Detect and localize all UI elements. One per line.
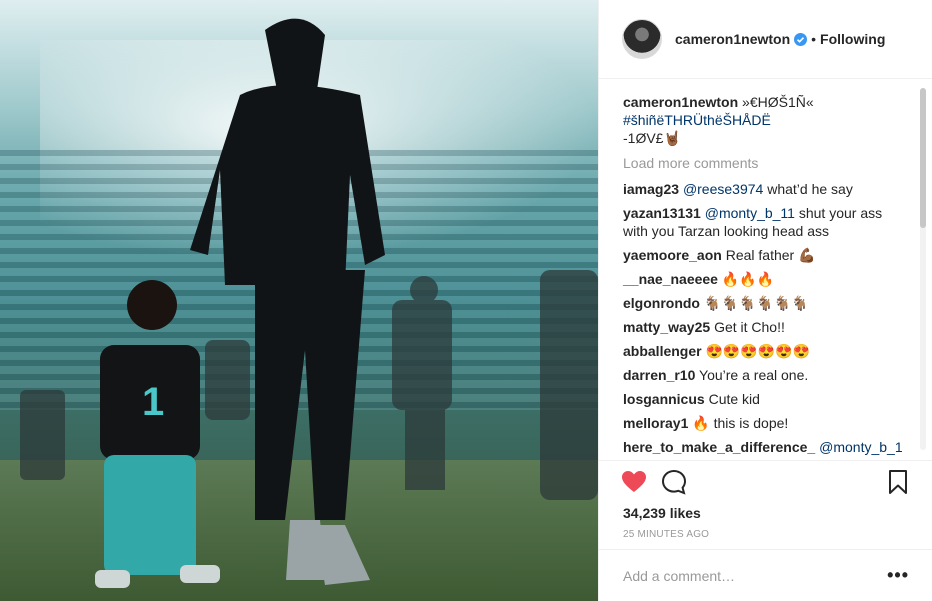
scrollbar-thumb[interactable] [920,88,926,228]
comment-username[interactable]: darren_r10 [623,367,695,383]
comment-icon[interactable] [661,469,687,495]
comment-text: 🐐🐐🐐🐐🐐🐐 [703,295,809,311]
profile-avatar[interactable] [622,19,662,59]
comment-text: what’d he say [763,181,853,197]
comment: yaemoore_aon Real father 💪🏾 [623,246,909,264]
comments-list: cameron1newton »€HØŠ1Ñ« #šhiñëTHRÜthëŠHÅ… [599,80,932,460]
comment-username[interactable]: melloray1 [623,415,688,431]
post-timestamp[interactable]: 25 MINUTES AGO [623,529,709,540]
comment-username[interactable]: __nae_naeeee [623,271,718,287]
caption-line-1: cameron1newton »€HØŠ1Ñ« [623,93,909,111]
post-actions: 34,239 likes 25 MINUTES AGO [599,460,932,550]
header-username[interactable]: cameron1newton [675,31,790,47]
load-more-comments-button[interactable]: Load more comments [623,154,909,172]
bookmark-icon[interactable] [885,469,911,495]
comment-username[interactable]: matty_way25 [623,319,710,335]
more-options-icon[interactable]: ••• [887,565,909,586]
comment-text: Cute kid [708,391,760,407]
comments-scrollbar[interactable] [920,88,926,450]
comment: losgannicus Cute kid [623,390,909,408]
header-separator: • [811,31,817,47]
comment-username[interactable]: iamag23 [623,181,679,197]
comment-text: Real father 💪🏾 [725,247,816,263]
post-header: cameron1newton • Following [599,0,932,79]
likes-count[interactable]: 34,239 likes [623,505,701,521]
caption-text-3: -1ØV£🤘🏾 [623,130,681,146]
comment-username[interactable]: yazan13131 [623,205,701,221]
caption-hashtag[interactable]: #šhiñëTHRÜthëŠHÅDË [623,111,909,129]
heart-icon[interactable] [621,469,647,495]
comment: abballenger 😍😍😍😍😍😍 [623,342,909,360]
photo-figures: 1 [20,18,598,588]
comment: iamag23 @reese3974 what’d he say [623,180,909,198]
instagram-post: 1 cameron1newton • Following cameron1new… [0,0,932,601]
caption-text-1: »€HØŠ1Ñ« [742,94,814,110]
comment: elgonrondo 🐐🐐🐐🐐🐐🐐 [623,294,909,312]
comment-username[interactable]: elgonrondo [623,295,700,311]
comment-text: You’re a real one. [699,367,809,383]
comment-text: 🔥🔥🔥 [721,271,775,287]
post-sidebar: cameron1newton • Following cameron1newto… [598,0,932,601]
comment-mention[interactable]: @reese3974 [683,181,763,197]
comment-username[interactable]: here_to_make_a_difference_ [623,439,815,455]
jersey-number: 1 [142,380,164,424]
comment: melloray1 🔥 this is dope! [623,414,909,432]
caption-username[interactable]: cameron1newton [623,94,738,110]
verified-badge-icon [794,32,808,46]
following-button[interactable]: Following [820,31,885,47]
comment-username[interactable]: yaemoore_aon [623,247,722,263]
comment-mention[interactable]: @monty_b_11 [705,205,795,221]
comment: here_to_make_a_difference_ @monty_b_1 [623,438,909,456]
comment: matty_way25 Get it Cho!! [623,318,909,336]
comment-username[interactable]: losgannicus [623,391,705,407]
comment: darren_r10 You’re a real one. [623,366,909,384]
comment: yazan13131 @monty_b_11 shut your ass wit… [623,204,909,240]
add-comment-bar: ••• [599,549,932,601]
comment-text: 🔥 this is dope! [692,415,789,431]
add-comment-input[interactable] [623,567,888,584]
comment-mention[interactable]: @monty_b_1 [819,439,902,455]
post-photo[interactable]: 1 [0,0,598,601]
comment: __nae_naeeee 🔥🔥🔥 [623,270,909,288]
comment-text: 😍😍😍😍😍😍 [705,343,811,359]
comment-text: Get it Cho!! [714,319,785,335]
comment-username[interactable]: abballenger [623,343,702,359]
